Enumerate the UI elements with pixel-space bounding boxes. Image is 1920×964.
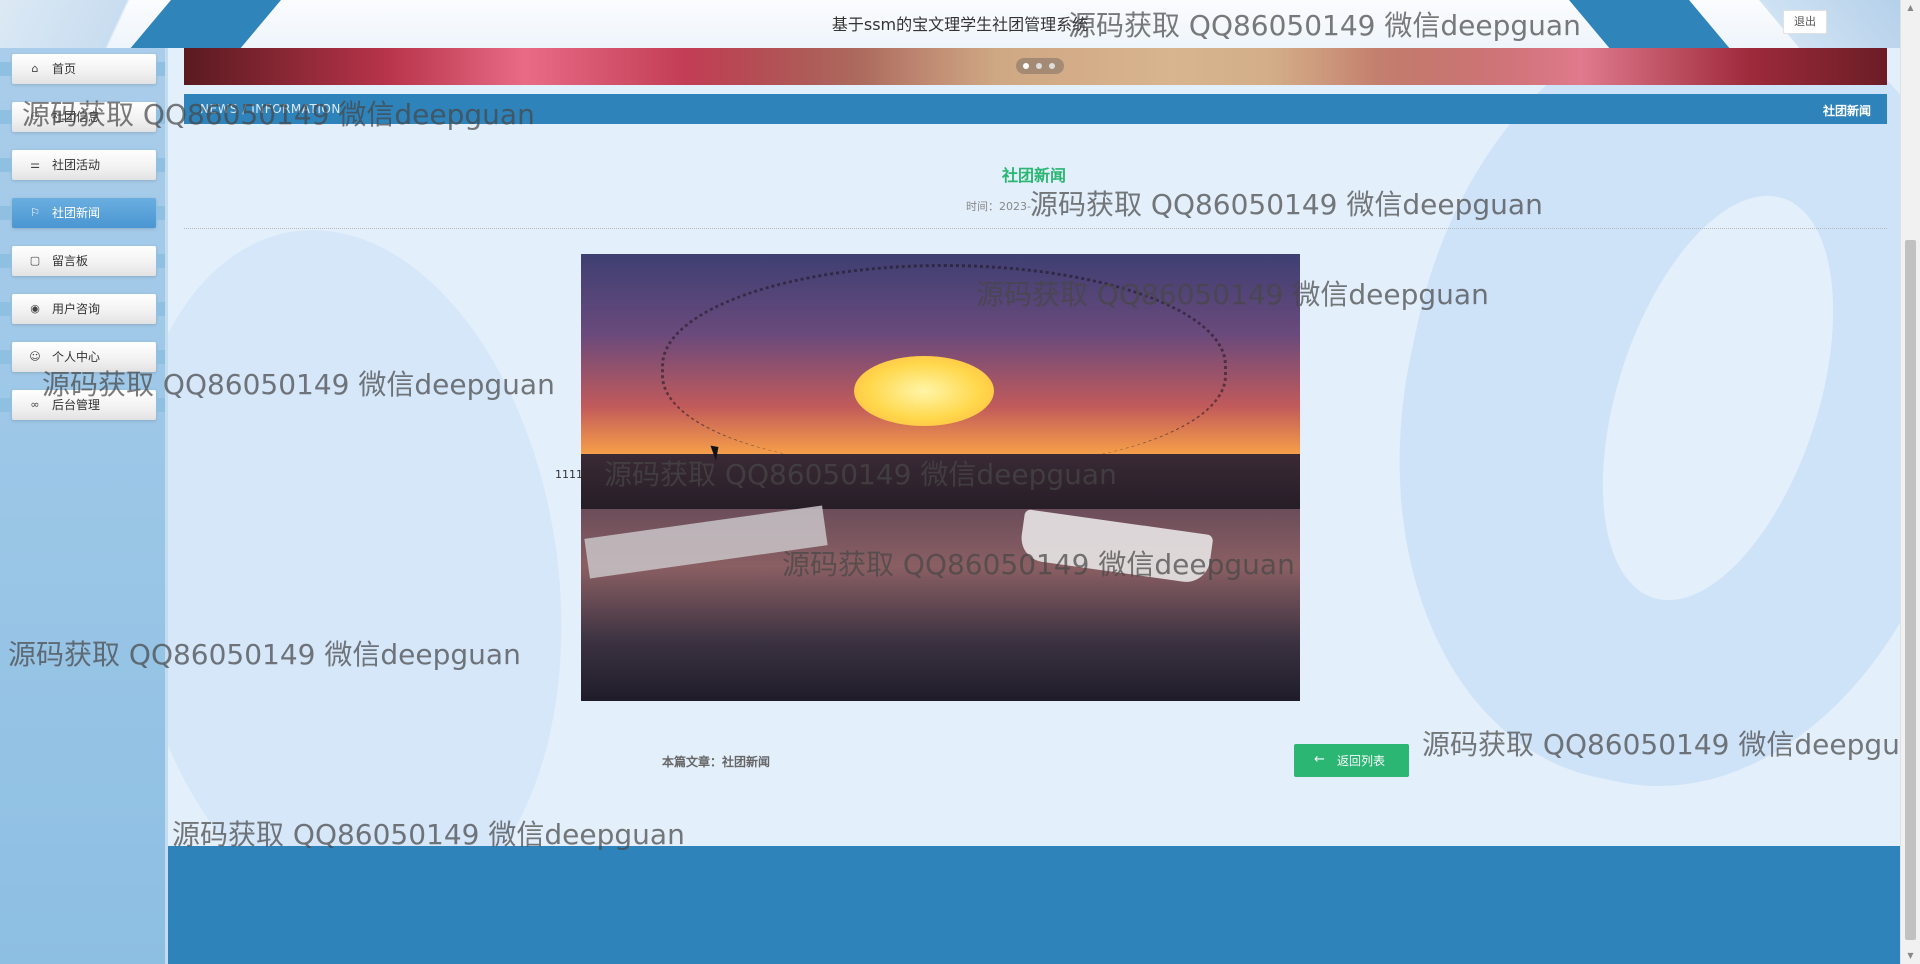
back-to-list-button[interactable]: ← 返回列表 — [1294, 744, 1409, 777]
watermark: 源码获取 QQ86050149 微信deepguan — [976, 278, 1489, 311]
logout-button[interactable]: 退出 — [1783, 10, 1827, 34]
carousel-dot[interactable] — [1023, 63, 1029, 69]
sidebar-item-label: 用户咨询 — [52, 302, 101, 316]
nav-wing — [0, 254, 12, 268]
scroll-up-icon[interactable]: ▲ — [1905, 3, 1916, 13]
sidebar-item-label: 留言板 — [52, 254, 89, 268]
sidebar-item-home[interactable]: ⌂ 首页 — [0, 54, 168, 84]
divider — [184, 228, 1887, 229]
carousel-dot[interactable] — [1049, 63, 1055, 69]
watermark: 源码获取 QQ86050149 微信deepguan — [42, 368, 555, 401]
nav-wing — [156, 350, 168, 364]
nav-wing — [0, 62, 12, 76]
sidebar-item-club-news[interactable]: ⚐ 社团新闻 — [0, 198, 168, 228]
nav-wing — [0, 158, 12, 172]
watermark: 源码获取 QQ86050149 微信deepguan — [1068, 9, 1581, 42]
link-icon: ∞ — [30, 398, 40, 411]
chat-icon: ◉ — [30, 302, 40, 315]
scroll-down-icon[interactable]: ▼ — [1905, 951, 1916, 961]
sidebar-item-label: 首页 — [52, 62, 77, 76]
sidebar-item-user-consult[interactable]: ◉ 用户咨询 — [0, 294, 168, 324]
user-icon: ☺ — [29, 350, 41, 363]
vertical-scrollbar[interactable]: ▲ ▼ — [1900, 0, 1920, 964]
watermark: 源码获取 QQ86050149 微信deepguan — [604, 458, 1117, 491]
nav-wing — [156, 206, 168, 220]
breadcrumb-current[interactable]: 社团新闻 — [1823, 102, 1871, 119]
sun — [854, 356, 994, 426]
activity-icon: ⚌ — [30, 158, 40, 171]
article-meta: 时间：2023- — [966, 200, 1031, 213]
sidebar-item-label: 个人中心 — [52, 350, 101, 364]
back-button-label: 返回列表 — [1337, 754, 1386, 768]
top-header: 基于ssm的宝文理学生社团管理系统 退出 — [0, 0, 1920, 48]
article-footer-prefix: 本篇文章： — [662, 755, 723, 769]
watermark: 源码获取 QQ86050149 微信deepguan — [172, 818, 685, 851]
watermark: 源码获取 QQ86050149 微信deepguan — [1030, 188, 1543, 221]
nav-wing — [156, 302, 168, 316]
watermark: 源码获取 QQ86050149 微信deepguan — [8, 638, 521, 671]
site-title: 基于ssm的宝文理学生社团管理系统 — [831, 15, 1089, 34]
nav-wing — [0, 302, 12, 316]
nav-wing — [0, 350, 12, 364]
article-footer-label: 本篇文章：社团新闻 — [662, 753, 770, 770]
article-footer-value: 社团新闻 — [722, 755, 771, 769]
sidebar-item-club-activities[interactable]: ⚌ 社团活动 — [0, 150, 168, 180]
flag-icon: ⚐ — [30, 206, 40, 219]
nav-wing — [0, 110, 12, 124]
nav-wing — [0, 398, 12, 412]
nav-wing — [156, 62, 168, 76]
nav-wing — [156, 158, 168, 172]
nav-wing — [0, 206, 12, 220]
carousel-dot[interactable] — [1036, 63, 1042, 69]
carousel-indicator — [1016, 58, 1064, 74]
scrollbar-thumb[interactable] — [1905, 240, 1916, 940]
sidebar-item-message-board[interactable]: ▢ 留言板 — [0, 246, 168, 276]
watermark: 源码获取 QQ86050149 微信deepguan — [22, 98, 535, 131]
page-footer — [168, 846, 1900, 964]
watermark: 源码获取 QQ86050149 微信deepguan — [1422, 728, 1900, 761]
background-shape — [168, 201, 605, 846]
nav-wing — [156, 254, 168, 268]
sidebar-item-label: 社团活动 — [52, 158, 101, 172]
watermark: 源码获取 QQ86050149 微信deepguan — [782, 548, 1295, 581]
home-icon: ⌂ — [31, 62, 39, 75]
arrow-left-icon: ← — [1314, 752, 1325, 767]
sidebar-item-label: 社团新闻 — [52, 206, 101, 220]
sidebar: ⌂ 首页 ⚇ 社团信息 ⚌ 社团活动 ⚐ 社团新闻 ▢ 留言板 ◉ 用户咨询 ☺… — [0, 48, 168, 964]
article-body-text: 1111 — [555, 468, 583, 481]
note-icon: ▢ — [29, 254, 41, 267]
